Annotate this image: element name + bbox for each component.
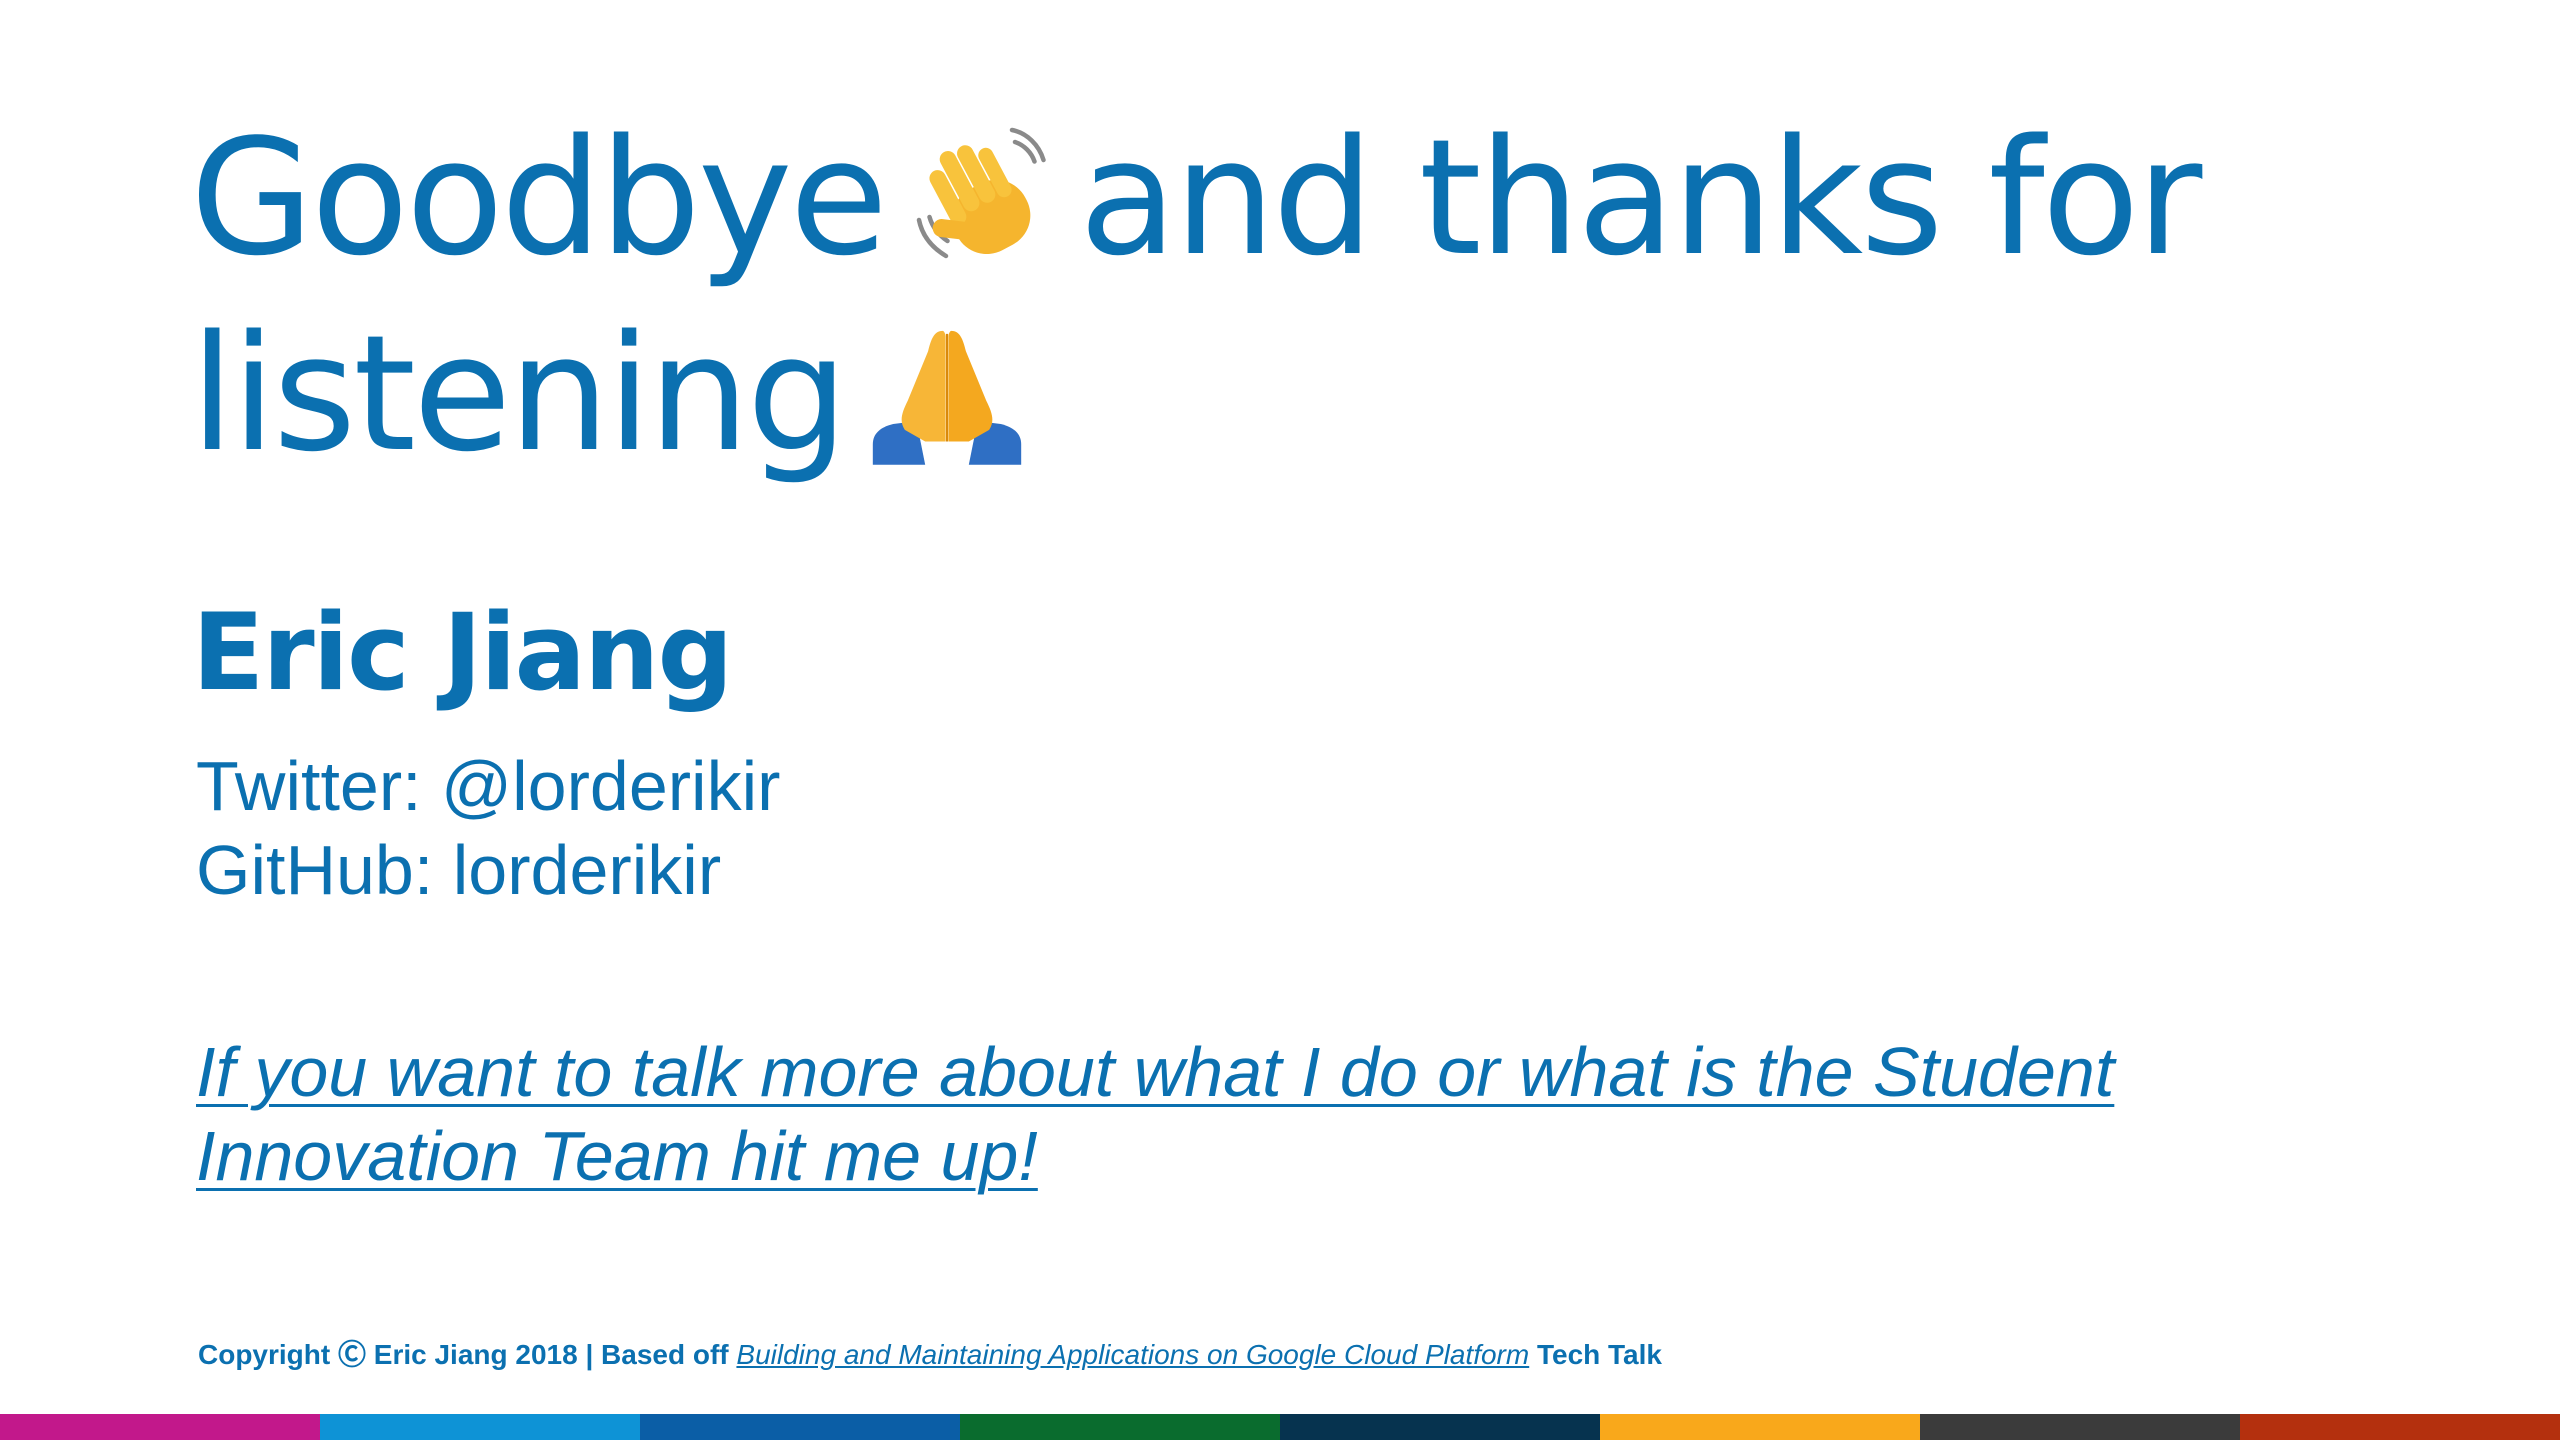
contact-cta-link[interactable]: If you want to talk more about what I do… [196,1030,2396,1198]
footer-source-link[interactable]: Building and Maintaining Applications on… [736,1339,1529,1370]
title-text-listening: listening [190,300,848,487]
title-text-and-thanks: and thanks for [1079,104,2202,291]
color-stripe-segment [1920,1414,2240,1440]
twitter-handle: Twitter: @lorderikir [196,747,781,825]
color-stripe-segment [1280,1414,1600,1440]
footer-prefix: Copyright Ⓒ Eric Jiang 2018 | Based off [198,1339,737,1370]
slide: Goodbye and thanks for listening Eric Ji… [0,0,2560,1440]
footer-suffix: Tech Talk [1529,1339,1662,1370]
cta-line-2[interactable]: Innovation Team hit me up! [196,1114,2396,1198]
color-stripe-segment [320,1414,640,1440]
github-handle: GitHub: lorderikir [196,831,722,909]
cta-line-1[interactable]: If you want to talk more about what I do… [196,1030,2396,1114]
waving-hand-icon [907,121,1057,271]
presenter-name: Eric Jiang [192,591,733,714]
color-stripe-segment [640,1414,960,1440]
color-stripe-segment [960,1414,1280,1440]
slide-title: Goodbye and thanks for listening [190,100,2390,492]
copyright-footer: Copyright Ⓒ Eric Jiang 2018 | Based off … [198,1333,1662,1373]
contact-info: Twitter: @lorderikir GitHub: lorderikir [196,744,780,912]
folded-hands-icon [867,317,1027,467]
title-line-1: Goodbye and thanks for [190,100,2390,296]
title-text-goodbye: Goodbye [190,104,888,291]
title-line-2: listening [190,296,2390,492]
color-stripe-segment [1600,1414,1920,1440]
color-stripe-segment [0,1414,320,1440]
color-stripe [0,1414,2560,1440]
color-stripe-segment [2240,1414,2560,1440]
